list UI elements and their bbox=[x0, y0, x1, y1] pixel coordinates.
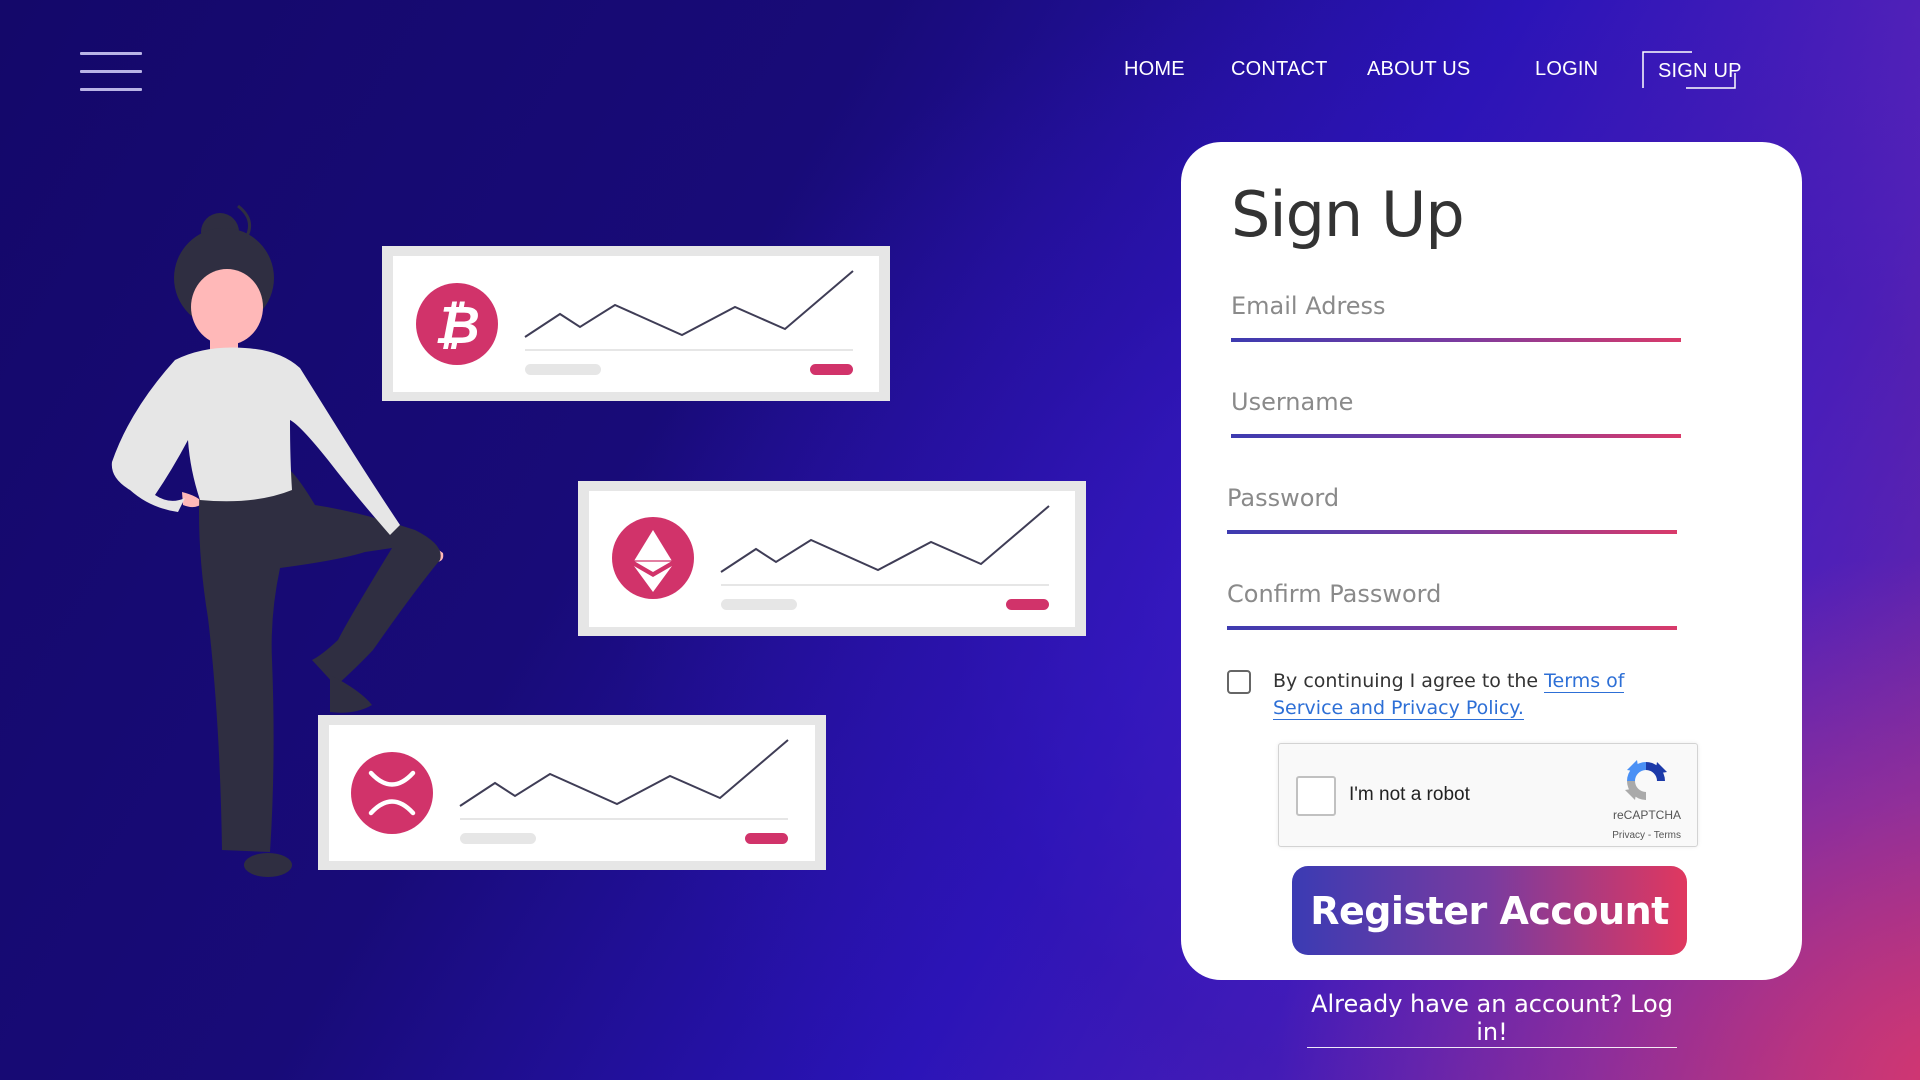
username-underline bbox=[1231, 434, 1681, 438]
username-field bbox=[1231, 378, 1681, 438]
bitcoin-icon: ₿ bbox=[416, 283, 498, 365]
menu-bar-top bbox=[80, 52, 142, 55]
username-input[interactable] bbox=[1231, 378, 1681, 426]
person-figure bbox=[111, 204, 444, 877]
ethereum-chart-card bbox=[578, 481, 1086, 636]
recaptcha-checkbox[interactable] bbox=[1296, 776, 1336, 816]
hamburger-menu-icon[interactable] bbox=[80, 52, 142, 92]
terms-prefix-text: By continuing I agree to the bbox=[1273, 670, 1545, 692]
recaptcha-terms-link[interactable]: Terms bbox=[1654, 830, 1681, 841]
signup-title: Sign Up bbox=[1231, 178, 1465, 251]
recaptcha-links: Privacy - Terms bbox=[1561, 830, 1681, 841]
register-account-button[interactable]: Register Account bbox=[1292, 866, 1687, 955]
email-field bbox=[1231, 282, 1681, 342]
confirm-password-field bbox=[1227, 570, 1677, 630]
recaptcha-brand: reCAPTCHA bbox=[1612, 808, 1681, 822]
xrp-trend-line bbox=[459, 739, 789, 807]
recaptcha-links-separator: - bbox=[1645, 830, 1654, 841]
password-underline bbox=[1227, 530, 1677, 534]
terms-text: By continuing I agree to the Terms of Se… bbox=[1273, 668, 1693, 722]
recaptcha-widget: I'm not a robot reCAPTCHA Privacy - Term… bbox=[1278, 743, 1698, 847]
login-prompt-link[interactable]: Already have an account? Log in! bbox=[1307, 990, 1677, 1048]
email-input[interactable] bbox=[1231, 282, 1681, 330]
email-underline bbox=[1231, 338, 1681, 342]
ethereum-trend-line bbox=[720, 505, 1050, 573]
svg-text:₿: ₿ bbox=[434, 296, 480, 356]
recaptcha-logo-icon bbox=[1625, 760, 1667, 800]
password-input[interactable] bbox=[1227, 474, 1677, 522]
bitcoin-chart-card: ₿ bbox=[382, 246, 890, 401]
confirm-password-underline bbox=[1227, 626, 1677, 630]
nav-contact-link[interactable]: CONTACT bbox=[1231, 58, 1328, 81]
nav-about-link[interactable]: ABOUT US bbox=[1367, 58, 1470, 81]
password-field bbox=[1227, 474, 1677, 534]
terms-checkbox[interactable] bbox=[1227, 670, 1251, 694]
bitcoin-trend-line bbox=[524, 270, 854, 338]
xrp-icon bbox=[351, 752, 433, 834]
signup-card: Sign Up By continuing I agree to the Ter… bbox=[1181, 142, 1802, 980]
menu-bar-middle bbox=[80, 70, 142, 73]
nav-signup-link[interactable]: SIGN UP bbox=[1650, 58, 1750, 85]
recaptcha-label: I'm not a robot bbox=[1349, 784, 1470, 805]
nav-login-link[interactable]: LOGIN bbox=[1535, 58, 1598, 81]
nav-home-link[interactable]: HOME bbox=[1124, 58, 1185, 81]
confirm-password-input[interactable] bbox=[1227, 570, 1677, 618]
recaptcha-privacy-link[interactable]: Privacy bbox=[1612, 830, 1645, 841]
xrp-chart-card bbox=[318, 715, 826, 870]
crypto-illustration: ₿ bbox=[111, 204, 1086, 877]
menu-bar-bottom bbox=[80, 88, 142, 91]
ethereum-icon bbox=[612, 517, 694, 599]
